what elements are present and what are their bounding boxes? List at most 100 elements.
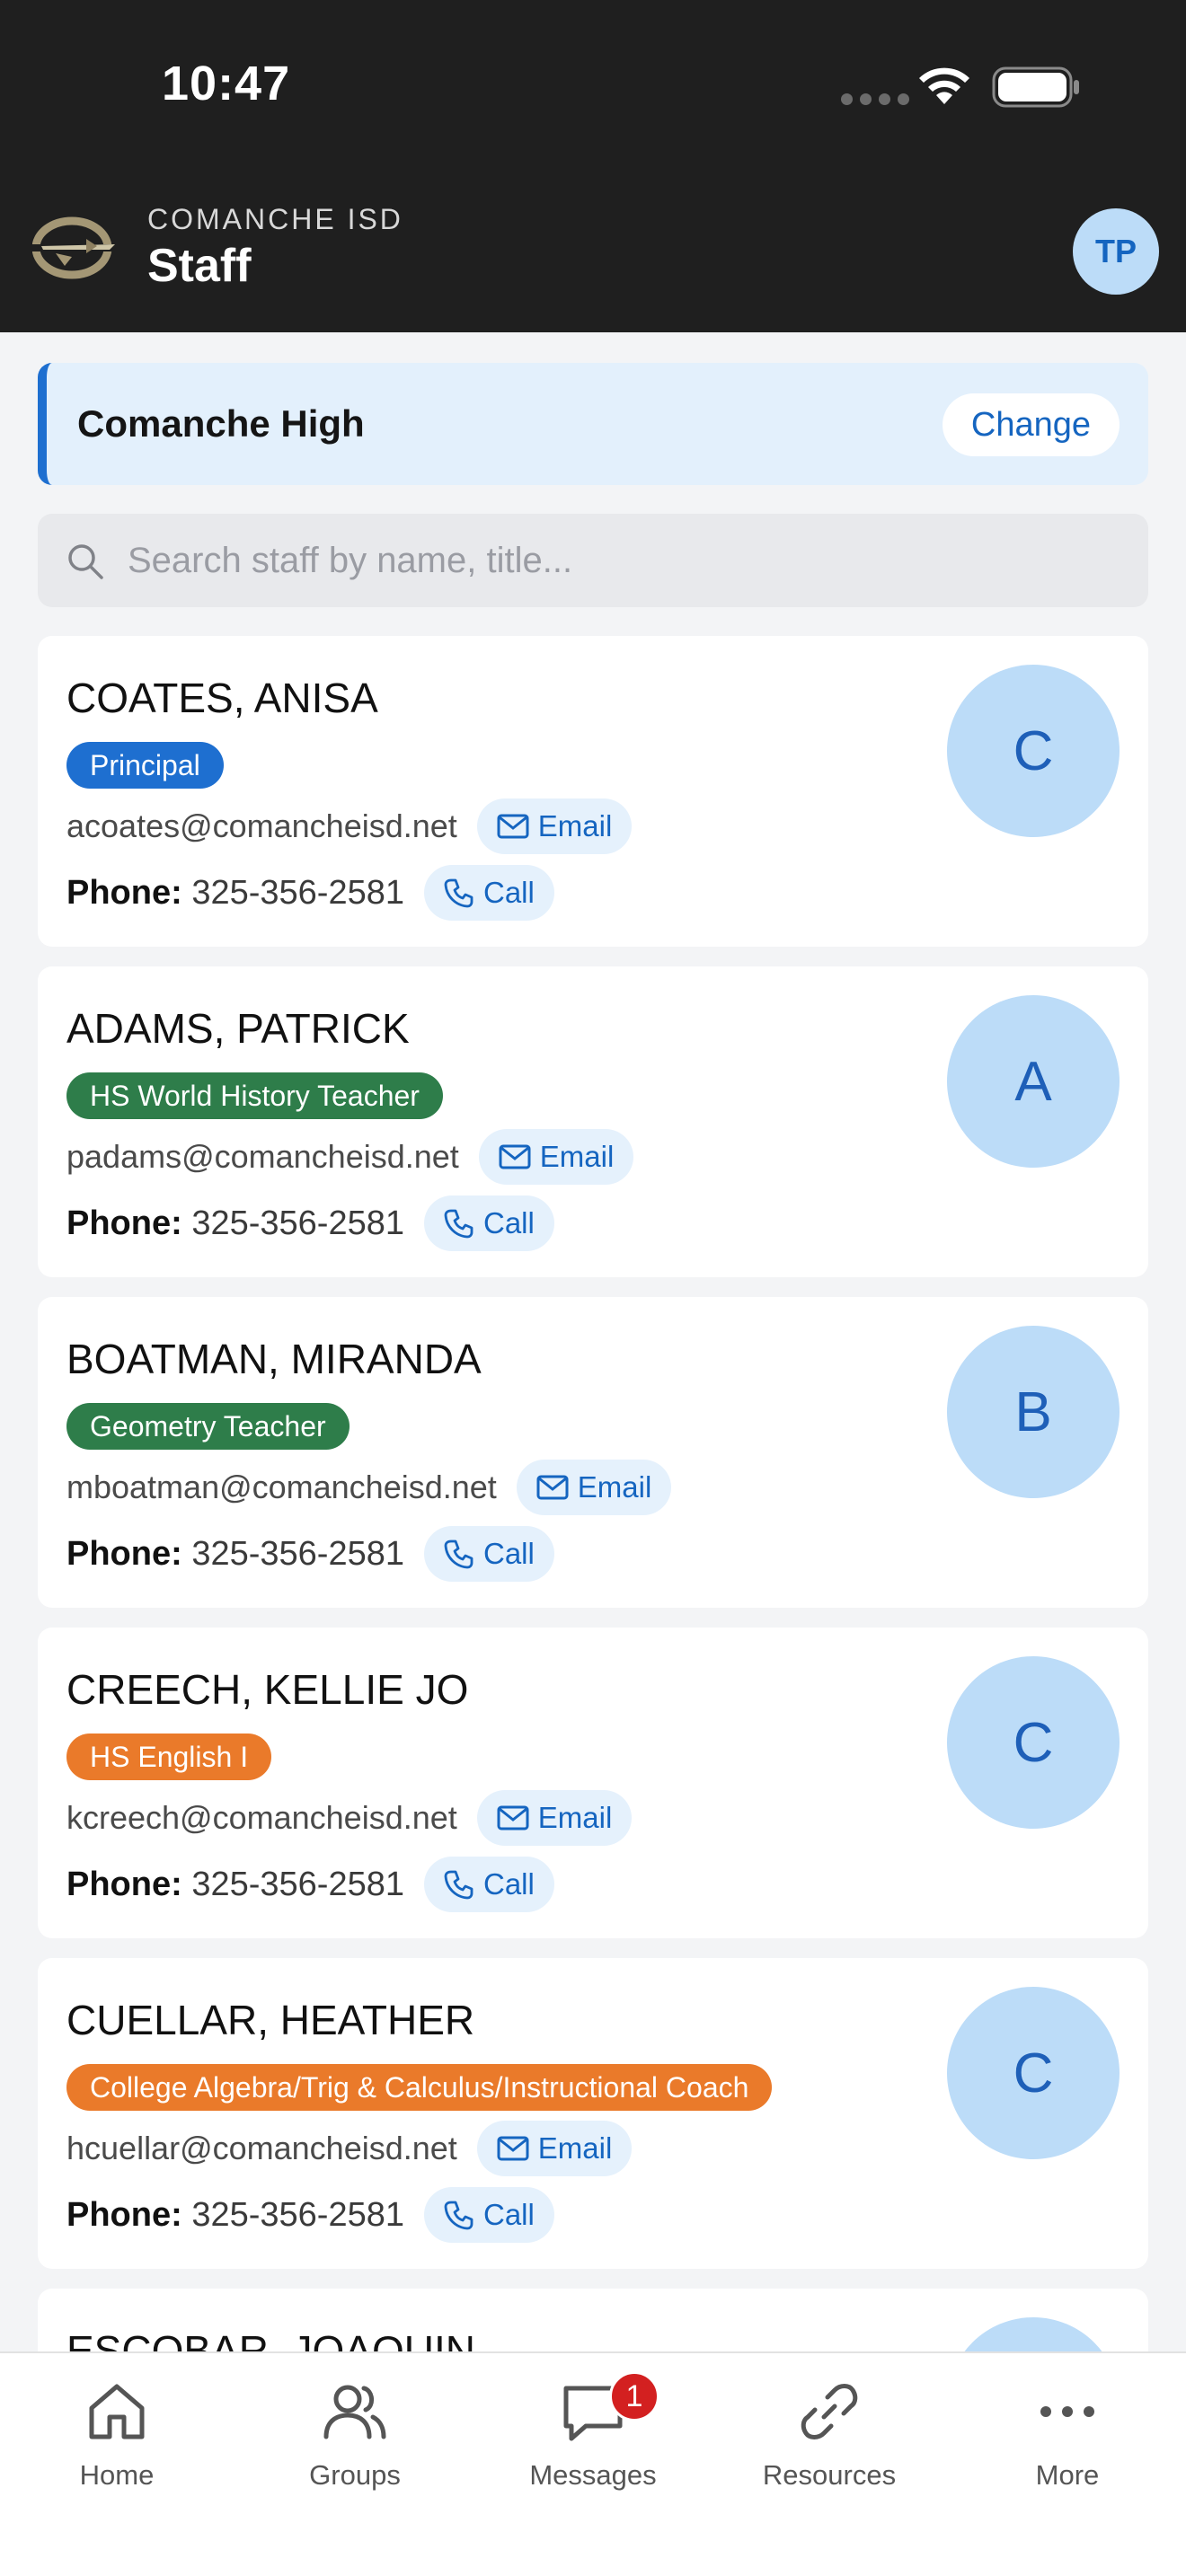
- search-icon: [68, 544, 103, 579]
- home-icon: [89, 2384, 145, 2439]
- staff-email: padams@comancheisd.net: [66, 1138, 459, 1175]
- tab-label: Resources: [762, 2459, 897, 2491]
- email-button[interactable]: Email: [516, 1460, 672, 1515]
- email-row: kcreech@comancheisd.net Email: [66, 1789, 633, 1847]
- email-button[interactable]: Email: [476, 798, 633, 854]
- mail-icon: [536, 1475, 569, 1500]
- phone-row: Phone: 325-356-2581 Call: [66, 1525, 554, 1583]
- district-name: COMANCHE ISD: [147, 203, 403, 235]
- call-button-label: Call: [483, 876, 535, 909]
- search-input[interactable]: [128, 514, 1116, 607]
- phone-row: Phone: 325-356-2581 Call: [66, 1195, 554, 1252]
- app-header: 10:47 COMANCHE ISD Staff TP: [0, 0, 1186, 332]
- staff-email: mboatman@comancheisd.net: [66, 1469, 497, 1505]
- staff-phone: Phone: 325-356-2581: [66, 1866, 404, 1904]
- call-button[interactable]: Call: [424, 1195, 554, 1251]
- change-school-button[interactable]: Change: [942, 393, 1120, 456]
- staff-avatar: A: [947, 995, 1120, 1168]
- email-row: hcuellar@comancheisd.net Email: [66, 2120, 633, 2177]
- cellular-signal-icon: [841, 93, 909, 105]
- phone-icon: [444, 1870, 474, 1900]
- district-logo: [32, 216, 119, 279]
- phone-icon: [444, 1209, 474, 1239]
- messages-badge: 1: [609, 2371, 659, 2422]
- user-avatar[interactable]: TP: [1073, 208, 1159, 295]
- tab-home[interactable]: Home: [18, 2371, 216, 2506]
- status-time: 10:47: [162, 57, 291, 110]
- tab-messages[interactable]: 1 Messages: [494, 2371, 692, 2506]
- email-button[interactable]: Email: [478, 1129, 634, 1185]
- school-name: Comanche High: [77, 402, 365, 445]
- staff-email: kcreech@comancheisd.net: [66, 1799, 457, 1836]
- role-badge: Principal: [66, 742, 224, 789]
- tab-bar: Home Groups 1 Messages Resources More: [0, 2351, 1186, 2576]
- staff-avatar: [947, 2317, 1120, 2353]
- staff-name: ADAMS, PATRICK: [66, 1005, 410, 1052]
- email-button-label: Email: [577, 1470, 652, 1504]
- staff-card[interactable]: CREECH, KELLIE JO HS English I kcreech@c…: [38, 1628, 1148, 1938]
- email-row: padams@comancheisd.net Email: [66, 1128, 634, 1186]
- phone-row: Phone: 325-356-2581 Call: [66, 2186, 554, 2244]
- staff-phone: Phone: 325-356-2581: [66, 2196, 404, 2235]
- tab-label: More: [1035, 2459, 1100, 2491]
- email-button-label: Email: [539, 1140, 615, 1173]
- staff-name: ESCOBAR, JOAQUIN: [66, 2327, 475, 2353]
- staff-card[interactable]: ESCOBAR, JOAQUIN: [38, 2289, 1148, 2353]
- battery-icon: [992, 66, 1079, 108]
- staff-phone: Phone: 325-356-2581: [66, 874, 404, 913]
- staff-name: CUELLAR, HEATHER: [66, 1997, 475, 2043]
- search-bar[interactable]: [38, 514, 1148, 607]
- phone-number: 325-356-2581: [191, 1204, 404, 1242]
- school-selector: Comanche High Change: [38, 363, 1148, 485]
- staff-email: acoates@comancheisd.net: [66, 807, 457, 844]
- staff-card[interactable]: BOATMAN, MIRANDA Geometry Teacher mboatm…: [38, 1297, 1148, 1608]
- wifi-icon: [919, 67, 969, 104]
- email-button-label: Email: [537, 1801, 613, 1834]
- phone-row: Phone: 325-356-2581 Call: [66, 1856, 554, 1913]
- role-badge: College Algebra/Trig & Calculus/Instruct…: [66, 2064, 773, 2111]
- staff-card[interactable]: CUELLAR, HEATHER College Algebra/Trig & …: [38, 1958, 1148, 2269]
- staff-email: hcuellar@comancheisd.net: [66, 2130, 457, 2166]
- tab-more[interactable]: More: [969, 2371, 1166, 2506]
- phone-label: Phone:: [66, 1865, 182, 1903]
- phone-number: 325-356-2581: [191, 1534, 404, 1573]
- staff-name: COATES, ANISA: [66, 675, 378, 721]
- mail-icon: [497, 814, 529, 839]
- staff-card[interactable]: ADAMS, PATRICK HS World History Teacher …: [38, 966, 1148, 1277]
- staff-avatar: C: [947, 1987, 1120, 2159]
- phone-label: Phone:: [66, 2195, 182, 2234]
- call-button[interactable]: Call: [424, 1526, 554, 1582]
- email-button-label: Email: [537, 809, 613, 842]
- more-icon: [1040, 2406, 1094, 2417]
- phone-label: Phone:: [66, 873, 182, 912]
- staff-phone: Phone: 325-356-2581: [66, 1204, 404, 1243]
- call-button[interactable]: Call: [424, 865, 554, 921]
- phone-icon: [444, 2201, 474, 2230]
- staff-avatar: C: [947, 1656, 1120, 1829]
- staff-avatar: C: [947, 665, 1120, 837]
- email-row: acoates@comancheisd.net Email: [66, 798, 633, 855]
- phone-number: 325-356-2581: [191, 873, 404, 912]
- mail-icon: [497, 1805, 529, 1831]
- mail-icon: [499, 1144, 531, 1169]
- tab-label: Groups: [309, 2459, 401, 2491]
- staff-card[interactable]: COATES, ANISA Principal acoates@comanche…: [38, 636, 1148, 947]
- tab-resources[interactable]: Resources: [730, 2371, 928, 2506]
- call-button-label: Call: [483, 1867, 535, 1901]
- staff-avatar: B: [947, 1326, 1120, 1498]
- tab-groups[interactable]: Groups: [256, 2371, 454, 2506]
- call-button[interactable]: Call: [424, 1857, 554, 1912]
- email-button[interactable]: Email: [476, 1790, 633, 1846]
- staff-content[interactable]: Comanche High Change COATES, ANISA Princ…: [0, 332, 1186, 2353]
- mail-icon: [497, 2136, 529, 2161]
- call-button[interactable]: Call: [424, 2187, 554, 2243]
- call-button-label: Call: [483, 1537, 535, 1570]
- call-button-label: Call: [483, 2198, 535, 2231]
- page-title: Staff: [147, 240, 252, 292]
- call-button-label: Call: [483, 1206, 535, 1239]
- role-badge: HS English I: [66, 1734, 272, 1780]
- email-button[interactable]: Email: [476, 2121, 633, 2176]
- tab-label: Messages: [529, 2459, 657, 2491]
- staff-name: BOATMAN, MIRANDA: [66, 1336, 482, 1382]
- phone-number: 325-356-2581: [191, 2195, 404, 2234]
